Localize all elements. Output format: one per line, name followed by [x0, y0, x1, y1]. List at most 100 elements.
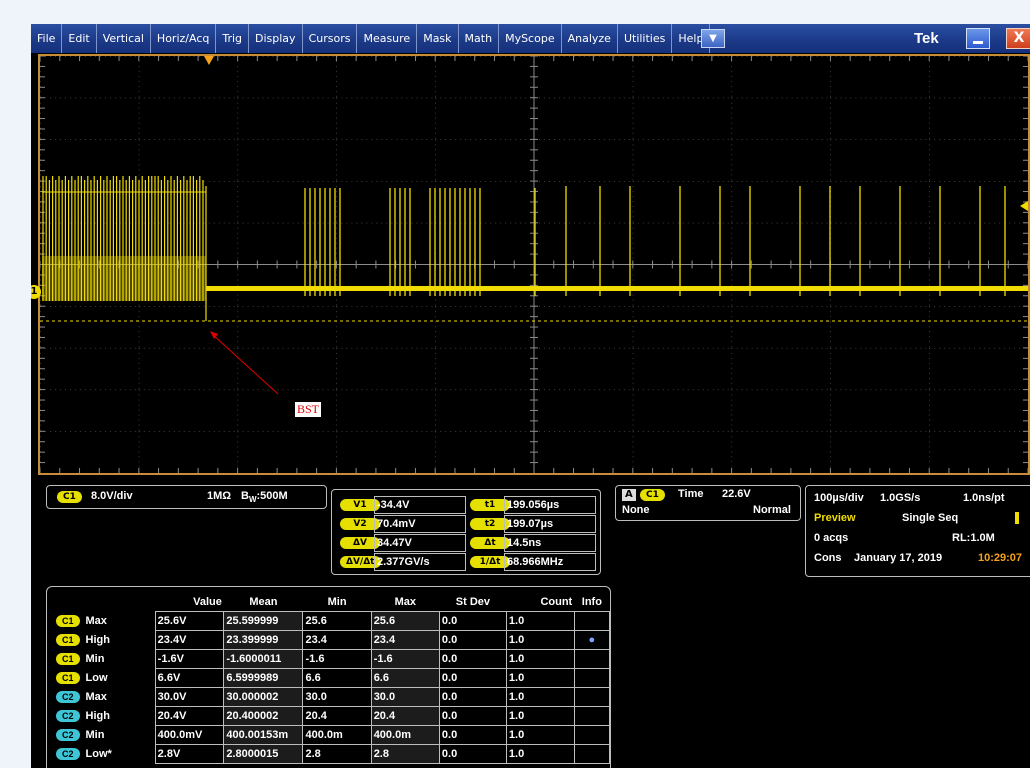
- trigger-readout-panel[interactable]: A C1 Time 22.6V None Normal: [615, 485, 801, 521]
- menu-item-cursors[interactable]: Cursors: [303, 24, 358, 53]
- measurement-label: C1 Max: [54, 612, 155, 631]
- menu-item-display[interactable]: Display: [249, 24, 303, 53]
- measurement-stdev: 0.0: [438, 687, 507, 707]
- measurement-channel-badge: C2: [56, 748, 80, 760]
- measurement-header-count: Count: [540, 596, 573, 608]
- minimize-button[interactable]: [966, 28, 990, 49]
- measurement-min: 2.8: [302, 744, 372, 764]
- close-button[interactable]: X: [1006, 28, 1030, 49]
- cursor-value-4-left: 2.377GV/s: [374, 553, 466, 571]
- measurement-min: 20.4: [302, 706, 372, 726]
- measurement-results-panel[interactable]: Value Mean Min Max St Dev Count Info C1 Max 25.6…: [46, 586, 611, 768]
- measurement-info: [573, 725, 611, 745]
- measurement-info: [573, 668, 611, 688]
- measurement-table: Value Mean Min Max St Dev Count Info C1 Max 25.6…: [54, 593, 611, 764]
- measurement-max: 6.6: [370, 668, 440, 688]
- measurement-header-st-dev: St Dev: [455, 596, 491, 608]
- table-row[interactable]: C2 High 20.4V 20.400002 20.4 20.4 0.0 1.0: [54, 706, 611, 726]
- menu-item-edit[interactable]: Edit: [62, 24, 97, 53]
- measurement-info: ●: [573, 630, 611, 650]
- measurement-channel-badge: C1: [56, 615, 80, 627]
- measurement-value: 30.0V: [154, 687, 225, 707]
- menu-item-horiz-acq[interactable]: Horiz/Acq: [151, 24, 217, 53]
- acquisition-readout-panel[interactable]: 100µs/div 1.0GS/s 1.0ns/pt Preview Singl…: [805, 485, 1030, 577]
- menu-items: File Edit Vertical Horiz/Acq Trig Display Curs…: [31, 24, 711, 53]
- measurement-label: C1 Low: [54, 669, 155, 688]
- measurement-label: C2 Low*: [54, 745, 155, 764]
- measurement-label: C2 High: [54, 707, 155, 726]
- table-row[interactable]: C2 Max 30.0V 30.000002 30.0 30.0 0.0 1.0: [54, 687, 611, 707]
- measurement-stdev: 0.0: [438, 744, 507, 764]
- bandwidth-value: :500M: [256, 490, 288, 502]
- measurement-min: 6.6: [302, 668, 372, 688]
- menu-item-vertical[interactable]: Vertical: [97, 24, 151, 53]
- measurement-info: [573, 611, 611, 631]
- measurement-stdev: 0.0: [438, 725, 507, 745]
- measurement-stdev: 0.0: [438, 630, 507, 650]
- measurement-header-info: Info: [581, 596, 602, 608]
- trigger-coupling: None: [622, 504, 650, 516]
- measurement-name: Low: [85, 672, 108, 684]
- bandwidth-prefix: B: [241, 490, 249, 502]
- bandwidth: BW:500M: [241, 490, 288, 504]
- menu-item-trig[interactable]: Trig: [216, 24, 250, 53]
- menu-item-mask[interactable]: Mask: [417, 24, 459, 53]
- menu-item-utilities[interactable]: Utilities: [618, 24, 673, 53]
- trace-burst-band: [42, 256, 206, 301]
- measurement-max: 23.4: [370, 630, 440, 650]
- acquisition-count: 0 acqs: [814, 532, 849, 544]
- bst-annotation: BST: [295, 402, 322, 417]
- menu-item-analyze[interactable]: Analyze: [562, 24, 618, 53]
- cursor-readout-panel[interactable]: V1 -34.4V t1 199.056µs V2 70.4mV t2 199.07µs ΔV 3…: [331, 489, 601, 575]
- cursor-value-2-right: 199.07µs: [504, 515, 596, 533]
- menu-item-file[interactable]: File: [31, 24, 63, 53]
- channel-readout-panel[interactable]: C1 8.0V/div 1MΩ BW:500M: [46, 485, 327, 509]
- measurement-name: Min: [85, 653, 105, 665]
- measurement-info: [573, 706, 611, 726]
- table-row[interactable]: C1 Min -1.6V -1.6000011 -1.6 -1.6 0.0 1.0: [54, 649, 611, 669]
- measurement-value: 6.6V: [154, 668, 225, 688]
- oscilloscope-app: File Edit Vertical Horiz/Acq Trig Display Curs…: [31, 24, 1030, 768]
- cursor-value-3-left: 34.47V: [374, 534, 466, 552]
- menu-item-measure[interactable]: Measure: [357, 24, 418, 53]
- measurement-channel-badge: C2: [56, 691, 80, 703]
- brand-logo: Tek: [914, 30, 939, 47]
- cursor-value-4-right: 68.966MHz: [504, 553, 596, 571]
- waveform-canvas: [40, 56, 1028, 473]
- waveform-display[interactable]: BST: [38, 54, 1030, 475]
- run-mode: Single Seq: [902, 512, 959, 524]
- table-row[interactable]: C1 Low 6.6V 6.5999989 6.6 6.6 0.0 1.0: [54, 668, 611, 688]
- measurement-min: 30.0: [302, 687, 372, 707]
- measurement-mean: 2.8000015: [223, 744, 304, 764]
- table-row[interactable]: C2 Low* 2.8V 2.8000015 2.8 2.8 0.0 1.0: [54, 744, 611, 764]
- time: 10:29:07: [978, 552, 1023, 564]
- menu-item-myscope[interactable]: MyScope: [499, 24, 562, 53]
- measurement-min: 23.4: [302, 630, 372, 650]
- measurement-max: 2.8: [370, 744, 440, 764]
- cursor-value-1-right: 199.056µs: [504, 496, 596, 514]
- measurement-name: Max: [85, 615, 107, 627]
- measurement-header-row: Value Mean Min Max St Dev Count Info: [54, 593, 610, 612]
- measurement-count: 1.0: [505, 649, 575, 669]
- measurement-max: 400.0m: [370, 725, 440, 745]
- menu-bar: File Edit Vertical Horiz/Acq Trig Display Curs…: [31, 24, 1030, 53]
- measurement-max: -1.6: [370, 649, 440, 669]
- measurement-header-max: Max: [394, 596, 416, 608]
- table-row[interactable]: C2 Min 400.0mV 400.00153m 400.0m 400.0m 0.0 1.0: [54, 725, 611, 745]
- measurement-info: [573, 687, 611, 707]
- chevron-down-icon[interactable]: ▼: [701, 29, 725, 48]
- table-row[interactable]: C1 High 23.4V 23.399999 23.4 23.4 0.0 1.0 ●: [54, 630, 611, 650]
- measurement-min: -1.6: [302, 649, 372, 669]
- measurement-name: Low*: [85, 748, 112, 760]
- measurement-label: C1 High: [54, 631, 155, 650]
- menu-item-math[interactable]: Math: [459, 24, 500, 53]
- measurement-value: 2.8V: [154, 744, 225, 764]
- table-row[interactable]: C1 Max 25.6V 25.599999 25.6 25.6 0.0 1.0: [54, 611, 611, 631]
- measurement-count: 1.0: [505, 668, 575, 688]
- trace-baseline: [206, 286, 1028, 291]
- measurement-channel-badge: C2: [56, 710, 80, 722]
- cursor-value-2-left: 70.4mV: [374, 515, 466, 533]
- record-length: RL:1.0M: [952, 532, 995, 544]
- measurement-count: 1.0: [505, 630, 575, 650]
- measurement-label: C2 Min: [54, 726, 155, 745]
